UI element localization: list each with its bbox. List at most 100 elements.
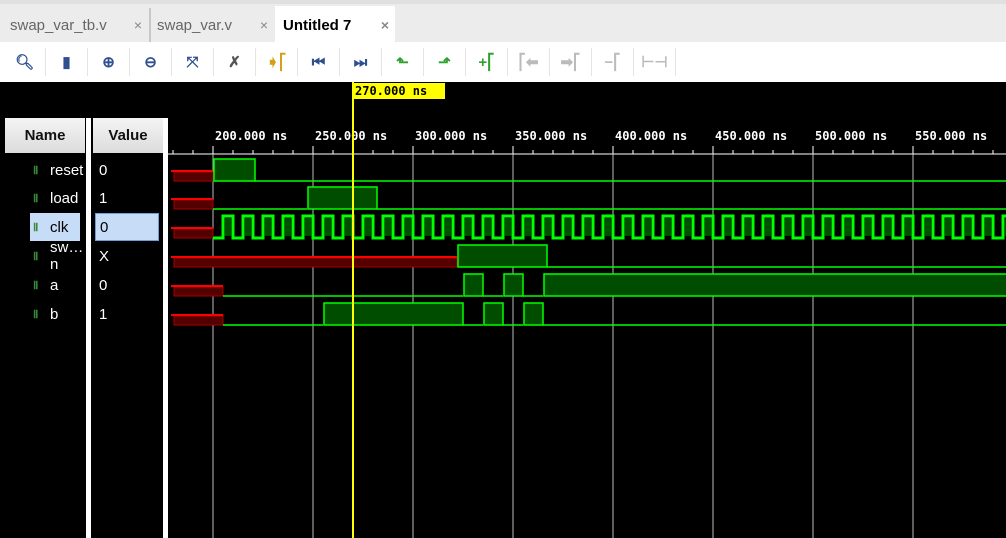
waveform-background — [168, 82, 1006, 538]
marker-span-button[interactable]: ⊢⊣ — [634, 48, 676, 76]
clock-high-fill — [345, 218, 351, 236]
clock-high-fill — [445, 218, 451, 236]
signal-name-b[interactable]: Ⅱb — [30, 300, 80, 328]
marker-span-icon: ⊢⊣ — [641, 54, 668, 71]
tab-untitled-7[interactable]: Untitled 7 × — [275, 6, 395, 44]
go-to-time-zero-button[interactable]: ➧⎡ — [256, 48, 298, 76]
high-segment — [323, 302, 464, 326]
name-column-header[interactable]: Name — [5, 118, 85, 153]
clock-high-fill — [905, 218, 911, 236]
axis-tick-label: 300.000 ns — [415, 129, 487, 143]
delete-marker-button[interactable]: −⎡ — [592, 48, 634, 76]
search-icon: 🔍︎ — [14, 54, 35, 71]
signal-name-label: load — [50, 189, 79, 207]
close-icon[interactable]: × — [134, 17, 142, 33]
signal-value: X — [99, 247, 110, 265]
clock-high-fill — [725, 218, 731, 236]
add-marker-icon: +⎡ — [478, 54, 495, 71]
go-to-start-button[interactable]: ⏮ — [298, 48, 340, 76]
waveform-canvas[interactable]: 200.000 ns 250.000 ns 300.000 ns 350.000 ns… — [168, 82, 1006, 538]
tab-label: Untitled 7 — [283, 16, 352, 34]
signal-list-panel: Name Value Ⅱreset 0 Ⅱload 1 Ⅱclk 0 Ⅱsw…n X Ⅱa 0 Ⅱb… — [0, 82, 168, 538]
delete-marker-icon: −⎡ — [604, 54, 621, 71]
previous-transition-button[interactable]: ⬑ — [382, 48, 424, 76]
high-segment — [523, 302, 544, 326]
close-icon[interactable]: × — [381, 17, 389, 33]
go-to-end-button[interactable]: ⏭ — [340, 48, 382, 76]
clock-high-fill — [545, 218, 551, 236]
column-divider[interactable] — [86, 118, 91, 538]
high-segment — [543, 273, 1006, 297]
zoom-fit-button[interactable]: ⤧ — [172, 48, 214, 76]
clock-high-fill — [585, 218, 591, 236]
save-button[interactable]: ▮ — [46, 48, 88, 76]
next-transition-button[interactable]: ⬏ — [424, 48, 466, 76]
clock-high-fill — [565, 218, 571, 236]
signal-value: 0 — [95, 213, 159, 241]
clock-high-fill — [325, 218, 331, 236]
tab-swap-var-tb[interactable]: swap_var_tb.v × — [0, 8, 148, 42]
clock-high-fill — [745, 218, 751, 236]
clock-high-fill — [305, 218, 311, 236]
add-marker-button[interactable]: +⎡ — [466, 48, 508, 76]
clock-high-fill — [765, 218, 771, 236]
cursor-snap-button[interactable]: ✗ — [214, 48, 256, 76]
next-transition-icon: ⬏ — [438, 54, 451, 71]
high-segment — [307, 186, 378, 210]
signal-name-label: b — [50, 305, 59, 323]
waveform-toolbar: 🔍︎ ▮ ⊕ ⊖ ⤧ ✗ ➧⎡ ⏮ ⏭ ⬑ ⬏ +⎡ ⎡⬅ ➡⎡ −⎡ ⊢⊣ — [0, 42, 1006, 82]
clock-high-fill — [705, 218, 711, 236]
high-segment — [503, 273, 524, 297]
signal-name-load[interactable]: Ⅱload — [30, 184, 80, 212]
signal-value: 1 — [99, 305, 108, 323]
axis-tick-label: 450.000 ns — [715, 129, 787, 143]
clock-high-fill — [505, 218, 511, 236]
clock-high-fill — [925, 218, 931, 236]
clock-high-fill — [525, 218, 531, 236]
high-segment — [213, 158, 256, 182]
clock-high-fill — [885, 218, 891, 236]
x-segment — [173, 228, 214, 239]
signal-value: 0 — [99, 161, 108, 179]
clock-high-fill — [805, 218, 811, 236]
axis-tick-label: 200.000 ns — [215, 129, 287, 143]
x-segment — [173, 286, 224, 297]
previous-marker-button[interactable]: ⎡⬅ — [508, 48, 550, 76]
clock-high-fill — [685, 218, 691, 236]
x-segment — [173, 257, 458, 268]
signal-name-reset[interactable]: Ⅱreset — [30, 156, 83, 184]
zoom-out-button[interactable]: ⊖ — [130, 48, 172, 76]
previous-transition-icon: ⬑ — [396, 54, 409, 71]
signal-name-clk[interactable]: Ⅱclk — [30, 213, 80, 241]
clock-high-fill — [625, 218, 631, 236]
output-signal-icon: Ⅱ — [33, 279, 39, 292]
clock-high-fill — [665, 218, 671, 236]
signal-value: 1 — [99, 189, 108, 207]
input-signal-icon: Ⅱ — [33, 164, 39, 177]
tab-swap-var[interactable]: swap_var.v × — [150, 8, 274, 42]
axis-tick-label: 250.000 ns — [315, 129, 387, 143]
clock-high-fill — [605, 218, 611, 236]
close-icon[interactable]: × — [260, 17, 268, 33]
x-segment — [173, 315, 224, 326]
input-signal-icon: Ⅱ — [33, 250, 39, 263]
clock-high-fill — [485, 218, 491, 236]
clock-high-fill — [285, 218, 291, 236]
zoom-in-icon: ⊕ — [102, 54, 115, 71]
cursor-time-label: 270.000 ns — [355, 84, 427, 98]
clock-high-fill — [965, 218, 971, 236]
clock-high-fill — [785, 218, 791, 236]
axis-tick-label: 400.000 ns — [615, 129, 687, 143]
signal-name-label: clk — [50, 218, 69, 236]
signal-name-a[interactable]: Ⅱa — [30, 271, 80, 299]
axis-tick-label: 500.000 ns — [815, 129, 887, 143]
signal-name-swn[interactable]: Ⅱsw…n — [30, 239, 83, 273]
clock-high-fill — [245, 218, 251, 236]
zoom-in-button[interactable]: ⊕ — [88, 48, 130, 76]
clock-high-fill — [225, 218, 231, 236]
next-marker-button[interactable]: ➡⎡ — [550, 48, 592, 76]
search-button[interactable]: 🔍︎ — [4, 48, 46, 76]
value-column-header[interactable]: Value — [93, 118, 163, 153]
clock-high-fill — [825, 218, 831, 236]
zoom-out-icon: ⊖ — [144, 54, 157, 71]
